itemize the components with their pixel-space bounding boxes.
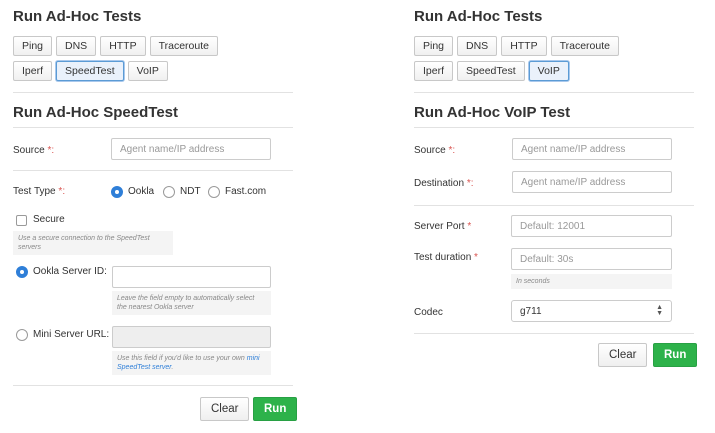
dns-button[interactable]: DNS bbox=[56, 36, 97, 56]
ndt-label: NDT bbox=[180, 186, 201, 197]
codec-label: Codec bbox=[414, 307, 443, 318]
select-arrows-icon: ▲ ▼ bbox=[656, 304, 663, 317]
ookla-server-input[interactable] bbox=[112, 266, 271, 288]
voip-button[interactable]: VoIP bbox=[528, 61, 569, 81]
divider bbox=[13, 170, 293, 171]
test-buttons-row-1: Ping DNS HTTP Traceroute bbox=[13, 36, 218, 56]
divider bbox=[13, 385, 293, 386]
run-button[interactable]: Run bbox=[653, 343, 698, 367]
voip-title: Run Ad-Hoc VoIP Test bbox=[414, 104, 571, 121]
source-label: Source *: bbox=[13, 145, 55, 156]
ping-button[interactable]: Ping bbox=[414, 36, 454, 56]
divider bbox=[414, 205, 694, 206]
voip-button[interactable]: VoIP bbox=[127, 61, 168, 81]
ping-button[interactable]: Ping bbox=[13, 36, 53, 56]
speedtest-button[interactable]: SpeedTest bbox=[457, 61, 525, 81]
fastcom-label: Fast.com bbox=[225, 186, 267, 197]
source-label: Source *: bbox=[414, 145, 456, 156]
ookla-radio[interactable] bbox=[111, 186, 123, 198]
iperf-button[interactable]: Iperf bbox=[414, 61, 454, 81]
divider bbox=[13, 127, 293, 128]
run-button[interactable]: Run bbox=[253, 397, 298, 421]
test-duration-label: Test duration * bbox=[414, 252, 478, 263]
clear-button[interactable]: Clear bbox=[200, 397, 250, 421]
traceroute-button[interactable]: Traceroute bbox=[550, 36, 619, 56]
mini-server-radio[interactable] bbox=[16, 329, 28, 341]
traceroute-button[interactable]: Traceroute bbox=[149, 36, 218, 56]
secure-checkbox[interactable] bbox=[16, 215, 27, 226]
speedtest-title: Run Ad-Hoc SpeedTest bbox=[13, 104, 179, 121]
divider bbox=[414, 333, 694, 334]
ndt-radio[interactable] bbox=[163, 186, 175, 198]
mini-server-label: Mini Server URL: bbox=[33, 329, 110, 340]
test-type-label: Test Type *: bbox=[13, 186, 66, 197]
fastcom-radio[interactable] bbox=[208, 186, 220, 198]
secure-label: Secure bbox=[33, 214, 65, 225]
clear-button[interactable]: Clear bbox=[598, 343, 648, 367]
mini-server-input[interactable] bbox=[112, 326, 271, 348]
source-input[interactable]: Agent name/IP address bbox=[111, 138, 271, 160]
server-port-label: Server Port * bbox=[414, 221, 472, 232]
ookla-server-help: Leave the field empty to automatically s… bbox=[112, 291, 271, 315]
codec-select[interactable]: g711 ▲ ▼ bbox=[511, 300, 672, 322]
divider bbox=[414, 127, 694, 128]
source-input[interactable]: Agent name/IP address bbox=[512, 138, 672, 160]
test-buttons-row-2: Iperf SpeedTest VoIP bbox=[414, 61, 569, 81]
mini-server-help: Use this field if you'd like to use your… bbox=[112, 351, 271, 375]
test-buttons-row-1: Ping DNS HTTP Traceroute bbox=[414, 36, 619, 56]
tests-title: Run Ad-Hoc Tests bbox=[414, 8, 543, 25]
iperf-button[interactable]: Iperf bbox=[13, 61, 53, 81]
ookla-server-label: Ookla Server ID: bbox=[33, 266, 107, 277]
dns-button[interactable]: DNS bbox=[457, 36, 498, 56]
tests-title: Run Ad-Hoc Tests bbox=[13, 8, 142, 25]
ookla-label: Ookla bbox=[128, 186, 155, 197]
speedtest-button[interactable]: SpeedTest bbox=[56, 61, 124, 81]
codec-value: g711 bbox=[520, 305, 542, 317]
http-button[interactable]: HTTP bbox=[100, 36, 146, 56]
destination-input[interactable]: Agent name/IP address bbox=[512, 171, 672, 193]
ookla-server-radio[interactable] bbox=[16, 266, 28, 278]
http-button[interactable]: HTTP bbox=[501, 36, 547, 56]
destination-label: Destination *: bbox=[414, 178, 474, 189]
test-duration-help: In seconds bbox=[511, 274, 672, 289]
divider bbox=[414, 92, 694, 93]
test-buttons-row-2: Iperf SpeedTest VoIP bbox=[13, 61, 168, 81]
secure-help: Use a secure connection to the SpeedTest… bbox=[13, 231, 173, 255]
server-port-input[interactable]: Default: 12001 bbox=[511, 215, 672, 237]
divider bbox=[13, 92, 293, 93]
test-duration-input[interactable]: Default: 30s bbox=[511, 248, 672, 270]
